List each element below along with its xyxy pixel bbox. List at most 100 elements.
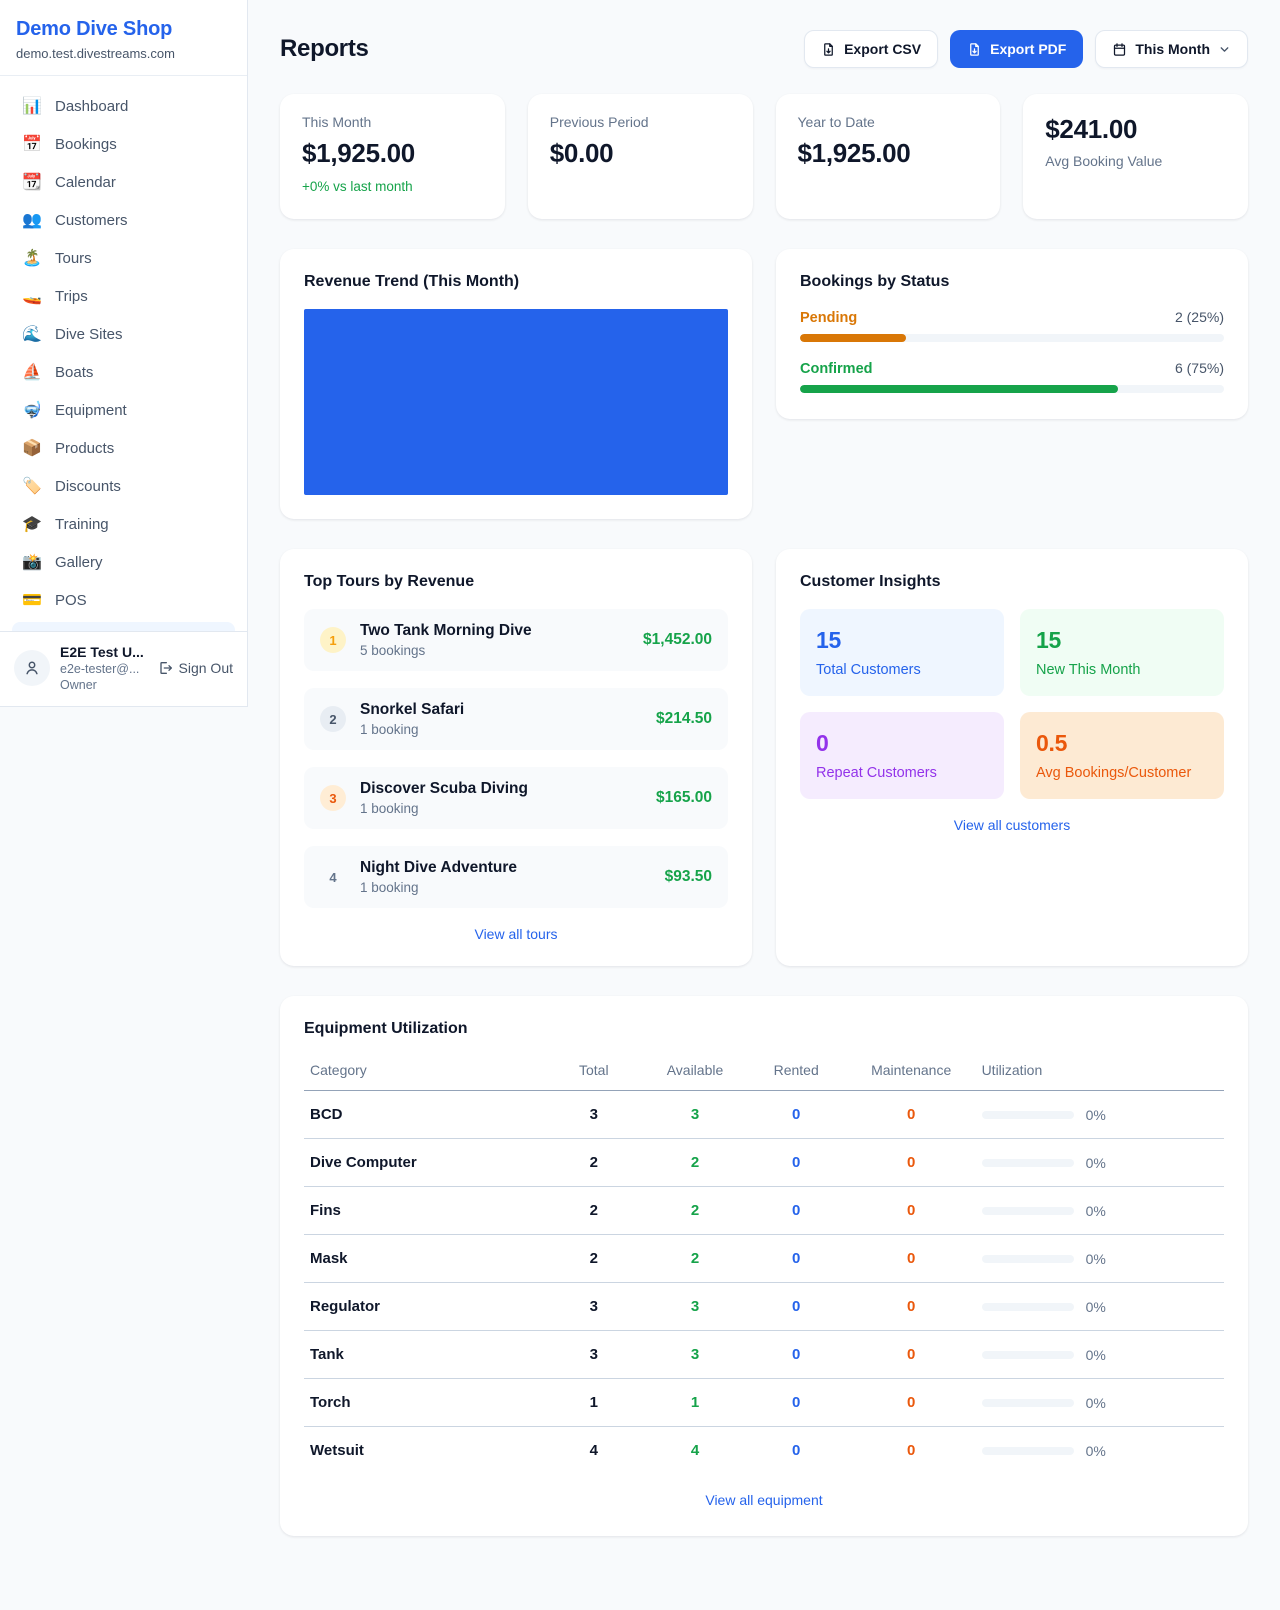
utilization-percent: 0% bbox=[1086, 1107, 1106, 1123]
credit-card-icon: 💳 bbox=[22, 593, 42, 609]
chevron-down-icon bbox=[1218, 43, 1231, 56]
column-header-utilization: Utilization bbox=[976, 1052, 1224, 1091]
equipment-utilization-title: Equipment Utilization bbox=[304, 1020, 1224, 1038]
equipment-utilization-card: Equipment Utilization Category Total Ava… bbox=[280, 996, 1248, 1536]
export-csv-button[interactable]: Export CSV bbox=[804, 30, 938, 68]
graduation-cap-icon: 🎓 bbox=[22, 517, 42, 533]
island-icon: 🏝️ bbox=[22, 251, 42, 267]
tile-new-this-month: 15 New This Month bbox=[1020, 609, 1224, 696]
status-row-confirmed: Confirmed 6 (75%) bbox=[800, 360, 1224, 393]
shop-domain: demo.test.divestreams.com bbox=[16, 46, 231, 61]
rank-badge: 3 bbox=[320, 785, 346, 811]
status-row-pending: Pending 2 (25%) bbox=[800, 309, 1224, 342]
tile-label: Total Customers bbox=[816, 662, 988, 678]
export-pdf-button[interactable]: Export PDF bbox=[950, 30, 1083, 68]
utilization-bar bbox=[982, 1159, 1074, 1167]
equipment-maintenance: 0 bbox=[847, 1091, 976, 1139]
stats-row: This Month $1,925.00 +0% vs last month P… bbox=[280, 94, 1248, 219]
tour-revenue: $1,452.00 bbox=[643, 631, 712, 649]
stat-card-previous-period: Previous Period $0.00 bbox=[528, 94, 753, 219]
view-all-equipment-link[interactable]: View all equipment bbox=[304, 1492, 1224, 1508]
user-panel: E2E Test U... e2e-tester@... Owner Sign … bbox=[0, 631, 247, 706]
tour-name: Discover Scuba Diving bbox=[360, 780, 528, 798]
camera-icon: 📸 bbox=[22, 555, 42, 571]
equipment-rented: 0 bbox=[746, 1187, 847, 1235]
utilization-percent: 0% bbox=[1086, 1251, 1106, 1267]
insights-row: Top Tours by Revenue 1 Two Tank Morning … bbox=[280, 549, 1248, 966]
sidebar-item-equipment[interactable]: 🤿 Equipment bbox=[10, 392, 237, 429]
equipment-available: 3 bbox=[644, 1091, 745, 1139]
sign-out-button[interactable]: Sign Out bbox=[157, 660, 233, 676]
view-all-tours-link[interactable]: View all tours bbox=[304, 926, 728, 942]
equipment-category: Regulator bbox=[304, 1283, 543, 1331]
export-csv-label: Export CSV bbox=[844, 41, 921, 57]
wave-icon: 🌊 bbox=[22, 327, 42, 343]
table-row: Regulator 3 3 0 0 0% bbox=[304, 1283, 1224, 1331]
customer-insights-card: Customer Insights 15 Total Customers 15 … bbox=[776, 549, 1248, 966]
sidebar-item-customers[interactable]: 👥 Customers bbox=[10, 202, 237, 239]
stat-value: $0.00 bbox=[550, 138, 731, 169]
status-count: 6 (75%) bbox=[1175, 360, 1224, 376]
sidebar-item-training[interactable]: 🎓 Training bbox=[10, 506, 237, 543]
tour-bookings: 1 booking bbox=[360, 880, 517, 895]
utilization-percent: 0% bbox=[1086, 1395, 1106, 1411]
top-tours-title: Top Tours by Revenue bbox=[304, 573, 728, 591]
sidebar-item-pos[interactable]: 💳 POS bbox=[10, 582, 237, 619]
equipment-rented: 0 bbox=[746, 1283, 847, 1331]
sidebar-item-calendar[interactable]: 📆 Calendar bbox=[10, 164, 237, 201]
sidebar-item-dashboard[interactable]: 📊 Dashboard bbox=[10, 88, 237, 125]
sign-out-icon bbox=[157, 660, 173, 676]
sidebar-item-trips[interactable]: 🚤 Trips bbox=[10, 278, 237, 315]
tour-name: Snorkel Safari bbox=[360, 701, 464, 719]
period-label: This Month bbox=[1135, 41, 1210, 57]
tag-icon: 🏷️ bbox=[22, 479, 42, 495]
equipment-available: 3 bbox=[644, 1283, 745, 1331]
diving-mask-icon: 🤿 bbox=[22, 403, 42, 419]
people-icon: 👥 bbox=[22, 213, 42, 229]
sidebar-item-bookings[interactable]: 📅 Bookings bbox=[10, 126, 237, 163]
table-row: Tank 3 3 0 0 0% bbox=[304, 1331, 1224, 1379]
tile-label: Repeat Customers bbox=[816, 765, 988, 781]
sidebar-item-tours[interactable]: 🏝️ Tours bbox=[10, 240, 237, 277]
utilization-bar bbox=[982, 1303, 1074, 1311]
sidebar-item-dive-sites[interactable]: 🌊 Dive Sites bbox=[10, 316, 237, 353]
tile-repeat-customers: 0 Repeat Customers bbox=[800, 712, 1004, 799]
equipment-rented: 0 bbox=[746, 1091, 847, 1139]
sailboat-icon: ⛵ bbox=[22, 365, 42, 381]
stat-card-this-month: This Month $1,925.00 +0% vs last month bbox=[280, 94, 505, 219]
sidebar-item-active-partial[interactable] bbox=[12, 622, 235, 631]
sidebar-item-gallery[interactable]: 📸 Gallery bbox=[10, 544, 237, 581]
file-download-icon bbox=[967, 42, 982, 57]
column-header-maintenance: Maintenance bbox=[847, 1052, 976, 1091]
table-row: Fins 2 2 0 0 0% bbox=[304, 1187, 1224, 1235]
rank-badge: 1 bbox=[320, 627, 346, 653]
tour-row: 1 Two Tank Morning Dive 5 bookings $1,45… bbox=[304, 609, 728, 671]
sidebar-nav: 📊 Dashboard 📅 Bookings 📆 Calendar 👥 Cust… bbox=[0, 76, 247, 631]
sidebar-item-boats[interactable]: ⛵ Boats bbox=[10, 354, 237, 391]
sidebar-item-products[interactable]: 📦 Products bbox=[10, 430, 237, 467]
equipment-maintenance: 0 bbox=[847, 1139, 976, 1187]
tile-avg-bookings-customer: 0.5 Avg Bookings/Customer bbox=[1020, 712, 1224, 799]
view-all-customers-link[interactable]: View all customers bbox=[800, 817, 1224, 833]
tour-list: 1 Two Tank Morning Dive 5 bookings $1,45… bbox=[304, 609, 728, 908]
sidebar-item-discounts[interactable]: 🏷️ Discounts bbox=[10, 468, 237, 505]
progress-track bbox=[800, 385, 1224, 393]
utilization-bar bbox=[982, 1399, 1074, 1407]
rank-badge: 2 bbox=[320, 706, 346, 732]
dashboard-icon: 📊 bbox=[22, 99, 42, 115]
equipment-maintenance: 0 bbox=[847, 1283, 976, 1331]
tour-name: Two Tank Morning Dive bbox=[360, 622, 532, 640]
sidebar-item-label: Dive Sites bbox=[55, 326, 123, 343]
status-count: 2 (25%) bbox=[1175, 309, 1224, 325]
bookings-by-status-card: Bookings by Status Pending 2 (25%) Confi… bbox=[776, 249, 1248, 419]
utilization-bar bbox=[982, 1351, 1074, 1359]
equipment-total: 2 bbox=[543, 1187, 644, 1235]
period-selector[interactable]: This Month bbox=[1095, 30, 1248, 68]
stat-value: $1,925.00 bbox=[798, 138, 979, 169]
column-header-rented: Rented bbox=[746, 1052, 847, 1091]
sidebar-item-label: Discounts bbox=[55, 478, 121, 495]
tile-value: 0 bbox=[816, 730, 988, 757]
utilization-bar bbox=[982, 1207, 1074, 1215]
sidebar-item-label: Trips bbox=[55, 288, 88, 305]
utilization-percent: 0% bbox=[1086, 1347, 1106, 1363]
